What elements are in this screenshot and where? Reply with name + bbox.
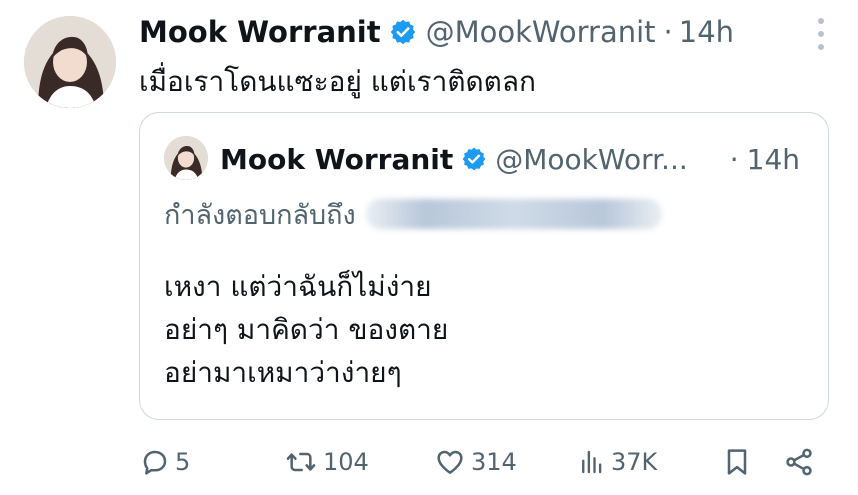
quoted-avatar xyxy=(164,136,208,180)
quoted-line: เหงา แต่ว่าฉันก็ไม่ง่าย xyxy=(164,270,432,303)
tweet-text: เมื่อเราโดนแซะอยู่ แต่เราติดตลก xyxy=(139,65,536,98)
quoted-line: อย่ามาเหมาว่าง่ายๆ xyxy=(164,356,402,389)
author-handle[interactable]: @MookWorranit xyxy=(426,15,656,49)
blurred-handle xyxy=(365,199,662,229)
like-button[interactable]: 314 xyxy=(433,438,517,486)
more-icon[interactable] xyxy=(816,18,826,50)
quoted-timestamp: · 14h xyxy=(730,137,800,181)
quoted-text: เหงา แต่ว่าฉันก็ไม่ง่าย อย่าๆ มาคิดว่า ข… xyxy=(164,265,448,394)
retweet-count: 104 xyxy=(323,448,369,476)
timestamp[interactable]: 14h xyxy=(679,15,734,49)
quoted-tweet[interactable]: Mook Worranit @MookWorr... · 14h กำลังตอ… xyxy=(139,112,829,420)
separator-dot: · xyxy=(663,15,673,49)
reply-button[interactable]: 5 xyxy=(139,438,190,486)
quoted-line: อย่าๆ มาคิดว่า ของตาย xyxy=(164,313,449,346)
retweet-icon xyxy=(286,452,316,472)
avatar[interactable] xyxy=(24,16,116,108)
share-icon xyxy=(786,448,812,476)
like-icon xyxy=(437,450,463,474)
replying-to: กำลังตอบกลับถึง xyxy=(164,193,662,235)
views-icon xyxy=(582,450,602,474)
author-name[interactable]: Mook Worranit xyxy=(139,15,381,49)
replying-to-label: กำลังตอบกลับถึง xyxy=(164,199,356,231)
tweet-header: Mook Worranit @MookWorranit · 14h xyxy=(139,12,734,52)
action-bar: 5 104 314 37K xyxy=(139,438,829,486)
quoted-author-handle: @MookWorr... xyxy=(495,142,688,176)
share-button[interactable] xyxy=(783,438,815,486)
views-count: 37K xyxy=(611,448,658,476)
quoted-time: 14h xyxy=(746,142,800,176)
reply-count: 5 xyxy=(175,448,191,476)
views-button[interactable]: 37K xyxy=(577,438,657,486)
verified-badge-icon xyxy=(462,147,486,171)
separator-dot: · xyxy=(729,142,739,176)
quoted-author-name: Mook Worranit xyxy=(220,142,454,176)
like-count: 314 xyxy=(471,448,517,476)
retweet-button[interactable]: 104 xyxy=(283,438,369,486)
reply-icon xyxy=(143,450,167,475)
bookmark-icon xyxy=(727,449,747,475)
verified-badge-icon xyxy=(390,19,415,45)
quoted-header: Mook Worranit @MookWorr... xyxy=(220,137,688,181)
bookmark-button[interactable] xyxy=(721,438,753,486)
